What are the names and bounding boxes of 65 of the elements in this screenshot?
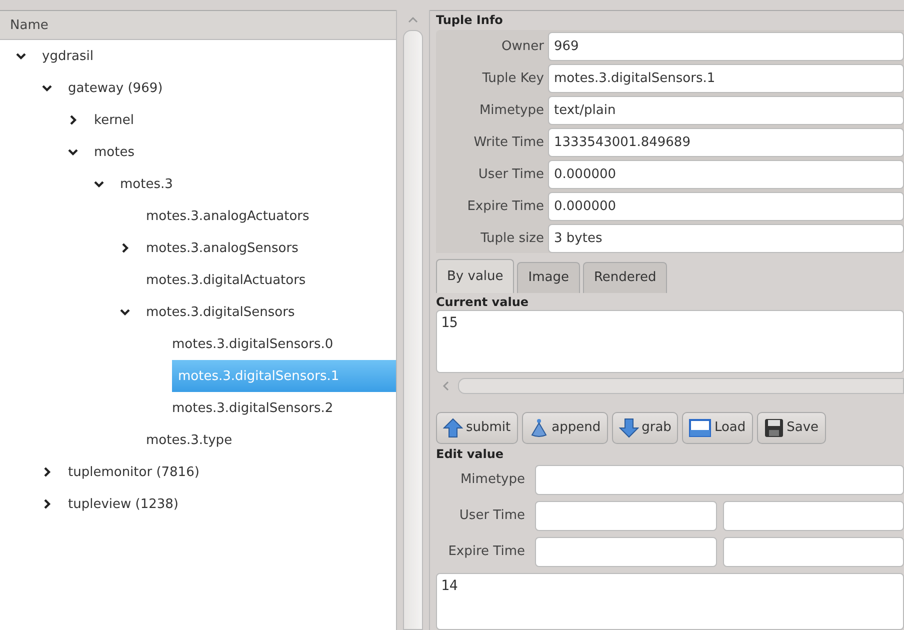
input-field[interactable] [535,464,904,495]
text-area[interactable]: 15 [436,310,904,374]
chevron-right-icon[interactable] [42,499,52,509]
cone-icon [528,418,549,438]
chevron-right-icon[interactable] [42,467,52,477]
chevron-down-icon[interactable] [120,307,130,317]
text-field[interactable]: motes.3.digitalSensors.1 [548,64,904,93]
tree-item[interactable]: motes.3.digitalSensors [146,296,305,328]
text-area[interactable]: 14 [436,572,904,630]
tree-item[interactable]: motes.3 [120,168,183,200]
text-field[interactable]: 0.000000 [548,160,904,189]
toolbar-button[interactable]: grab [612,412,678,444]
chevron-right-icon[interactable] [120,243,130,253]
chevron-down-icon[interactable] [68,147,78,157]
text-field[interactable]: 3 bytes [548,224,904,253]
input-field[interactable] [535,536,716,567]
tab[interactable]: Image [517,262,580,293]
chevron-down-icon[interactable] [94,179,104,189]
tab[interactable]: By value [436,258,514,293]
field-label: Mimetype [478,102,545,120]
column-header[interactable]: Name [0,11,396,40]
tree-item[interactable]: tuplemonitor (7816) [68,456,210,488]
window-icon [689,418,712,438]
section-title: Current value [436,294,530,310]
scrollbar[interactable] [396,10,430,630]
tree-item[interactable]: motes.3.type [146,424,242,456]
text-field[interactable]: text/plain [548,96,904,125]
text-field[interactable]: 969 [548,32,904,61]
scrollbar[interactable] [458,378,904,394]
tree-item[interactable]: kernel [94,104,144,136]
field-label: Expire Time [447,543,526,562]
field-label: User Time [458,507,526,526]
field-label: User Time [477,166,545,184]
tab[interactable]: Rendered [582,262,668,293]
up-arrow-icon [443,418,463,438]
field-label: Expire Time [466,198,545,216]
section-title: Tuple Info [436,12,504,30]
section-title: Edit value [436,446,505,464]
text-field[interactable]: 0.000000 [548,192,904,221]
field-label: Tuple Key [481,70,545,88]
down-arrow-icon [618,418,639,438]
tree-item[interactable]: gateway (969) [68,72,173,104]
toolbar-button[interactable]: submit [436,412,518,444]
input-field[interactable] [535,500,716,531]
input-field[interactable] [722,536,904,567]
toolbar-button[interactable]: Load [682,412,753,444]
field-label: Write Time [472,134,545,152]
input-field[interactable] [722,500,904,531]
tree-item[interactable]: motes.3.digitalActuators [146,264,316,296]
toolbar-button[interactable]: append [522,412,608,444]
toolbar-button[interactable]: Save [756,412,826,444]
text-field[interactable]: 1333543001.849689 [548,128,904,157]
field-label: Owner [500,38,545,56]
tree-item[interactable]: motes.3.digitalSensors.2 [172,392,344,424]
tree-item[interactable]: motes [94,136,144,168]
field-label: Mimetype [459,471,526,490]
tree-item[interactable]: motes.3.analogActuators [146,200,320,232]
chevron-down-icon[interactable] [42,83,52,93]
field-label: Tuple size [480,230,545,248]
tree-item[interactable]: tupleview (1238) [68,488,188,520]
chevron-down-icon[interactable] [16,51,26,61]
tree-item[interactable]: motes.3.digitalSensors.0 [172,328,344,360]
tree-item[interactable]: motes.3.analogSensors [146,232,308,264]
tree-item[interactable]: ygdrasil [42,40,104,72]
chevron-right-icon[interactable] [68,115,78,125]
